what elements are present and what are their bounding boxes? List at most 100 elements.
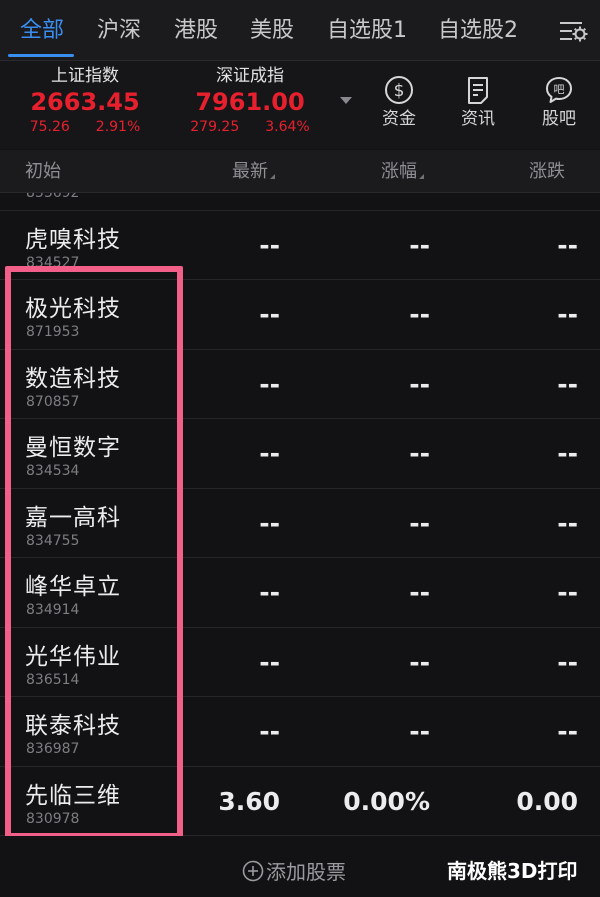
stock-code: 870857 <box>26 393 80 410</box>
shortcut-label: 资金 <box>382 109 416 129</box>
stock-code: 836987 <box>26 741 80 757</box>
stock-name: 嘉一高科 <box>25 504 121 531</box>
stock-change-percent: -- <box>409 300 430 329</box>
stock-change-percent: -- <box>409 508 430 538</box>
stock-list[interactable]: 833692 虎嗅科技 834527 -- -- -- 极光科技 871953 -- -- -- 数造… <box>0 193 600 836</box>
stock-change-percent: -- <box>409 230 430 260</box>
shortcut-label: 股吧 <box>542 109 576 129</box>
tab-watchlist-1[interactable]: 自选股1 <box>327 16 407 46</box>
stock-code: 834527 <box>26 254 80 271</box>
stock-code: 834914 <box>26 602 80 618</box>
stock-change: 0.00 <box>516 786 578 816</box>
stock-name: 极光科技 <box>25 296 121 322</box>
stock-change-percent: -- <box>409 369 430 399</box>
stock-last-price: -- <box>259 717 280 746</box>
capital-flow-button[interactable]: $ 资金 <box>369 75 429 131</box>
stock-last-price: -- <box>259 439 280 468</box>
stock-change: -- <box>557 717 578 746</box>
column-header-change-percent[interactable]: 涨幅 <box>381 160 424 184</box>
add-stock-button[interactable]: 添加股票 <box>242 858 346 886</box>
stock-last-price: -- <box>259 578 280 607</box>
stock-row[interactable]: 峰华卓立 834914 -- -- -- <box>0 558 600 628</box>
stock-name: 峰华卓立 <box>25 574 121 600</box>
list-column-header: 初始 最新 涨幅 涨跌 <box>0 150 600 193</box>
stock-code: 836514 <box>26 671 80 688</box>
tab-us-stocks[interactable]: 美股 <box>250 16 294 46</box>
market-tab-bar: 全部 沪深 港股 美股 自选股1 自选股2 <box>0 0 600 61</box>
column-header-last-price[interactable]: 最新 <box>232 160 275 184</box>
index-change: 75.26 <box>29 119 70 135</box>
stock-row[interactable]: 833692 <box>0 193 600 211</box>
stock-row[interactable]: 极光科技 871953 -- -- -- <box>0 280 600 350</box>
add-stock-label: 添加股票 <box>266 860 346 884</box>
column-header-name[interactable]: 初始 <box>25 160 61 184</box>
svg-text:$: $ <box>394 81 405 101</box>
chat-bubble-icon: 吧 <box>546 77 572 103</box>
index-change-percent: 3.64% <box>265 119 310 135</box>
stock-row[interactable]: 嘉一高科 834755 -- -- -- <box>0 488 600 558</box>
index-change-percent: 2.91% <box>95 119 141 135</box>
stock-row[interactable]: 光华伟业 836514 -- -- -- <box>0 627 600 697</box>
stock-change: -- <box>557 578 578 607</box>
stock-row[interactable]: 先临三维 830978 3.60 0.00% 0.00 <box>0 766 600 836</box>
stock-row[interactable]: 数造科技 870857 -- -- -- <box>0 349 600 419</box>
stock-last-price: 3.60 <box>218 786 280 816</box>
active-tab-indicator <box>8 54 74 57</box>
stock-row[interactable]: 联泰科技 836987 -- -- -- <box>0 697 600 767</box>
stock-name: 虎嗅科技 <box>25 226 121 253</box>
index-value: 2663.45 <box>30 88 140 116</box>
stock-change-percent: -- <box>409 578 430 607</box>
svg-text:吧: 吧 <box>554 83 565 96</box>
column-header-change[interactable]: 涨跌 <box>529 160 565 184</box>
tab-hong-kong[interactable]: 港股 <box>174 16 218 46</box>
news-document-icon <box>468 77 488 104</box>
stock-change: -- <box>557 230 578 260</box>
stock-change: -- <box>557 439 578 468</box>
stock-name: 先临三维 <box>25 782 121 809</box>
stock-last-price: -- <box>259 230 280 260</box>
tab-watchlist-2[interactable]: 自选股2 <box>438 16 518 46</box>
stock-code: 830978 <box>26 810 80 827</box>
stock-last-price: -- <box>259 508 280 538</box>
stock-row[interactable]: 虎嗅科技 834527 -- -- -- <box>0 210 600 280</box>
shortcut-label: 资讯 <box>461 109 495 129</box>
stock-code: 834755 <box>26 532 80 549</box>
stock-forum-button[interactable]: 吧 股吧 <box>529 75 589 131</box>
index-name: 上证指数 <box>51 66 119 86</box>
index-change: 279.25 <box>190 119 240 135</box>
stock-name: 数造科技 <box>25 365 121 392</box>
sort-indicator-icon <box>270 174 275 179</box>
stock-code: 834534 <box>26 463 80 479</box>
news-button[interactable]: 资讯 <box>448 75 508 131</box>
stock-code: 871953 <box>26 324 80 340</box>
stock-last-price: -- <box>259 369 280 399</box>
stock-change-percent: -- <box>409 439 430 468</box>
stock-change: -- <box>557 647 578 677</box>
tab-all[interactable]: 全部 <box>20 16 64 46</box>
stock-change: -- <box>557 369 578 399</box>
list-settings-icon[interactable] <box>556 17 590 45</box>
stock-change-percent: -- <box>409 717 430 746</box>
index-value: 7961.00 <box>195 88 305 116</box>
index-shanghai-composite[interactable]: 上证指数 2663.45 75.26 2.91% <box>0 65 170 137</box>
index-summary-strip: 上证指数 2663.45 75.26 2.91% 深证成指 7961.00 279… <box>0 61 600 149</box>
watermark-text: 南极熊3D打印 <box>447 859 578 883</box>
dollar-circle-icon: $ <box>385 76 413 104</box>
index-shenzhen-component[interactable]: 深证成指 7961.00 279.25 3.64% <box>165 65 335 137</box>
stock-change-percent: 0.00% <box>343 786 430 816</box>
expand-indices-icon[interactable] <box>340 97 352 104</box>
stock-last-price: -- <box>259 647 280 677</box>
sort-indicator-icon <box>419 174 424 179</box>
stock-change-percent: -- <box>409 647 430 677</box>
stock-name: 光华伟业 <box>25 643 121 670</box>
tab-shanghai-shenzhen[interactable]: 沪深 <box>97 16 141 46</box>
stock-name: 曼恒数字 <box>25 435 121 461</box>
stock-change: -- <box>557 300 578 329</box>
stock-last-price: -- <box>259 300 280 329</box>
list-footer: 添加股票 南极熊3D打印 <box>0 836 600 897</box>
stock-row[interactable]: 曼恒数字 834534 -- -- -- <box>0 419 600 489</box>
index-name: 深证成指 <box>216 66 284 86</box>
stock-name: 联泰科技 <box>25 713 121 739</box>
stock-code: 833692 <box>26 193 80 201</box>
add-circle-icon <box>242 860 264 882</box>
